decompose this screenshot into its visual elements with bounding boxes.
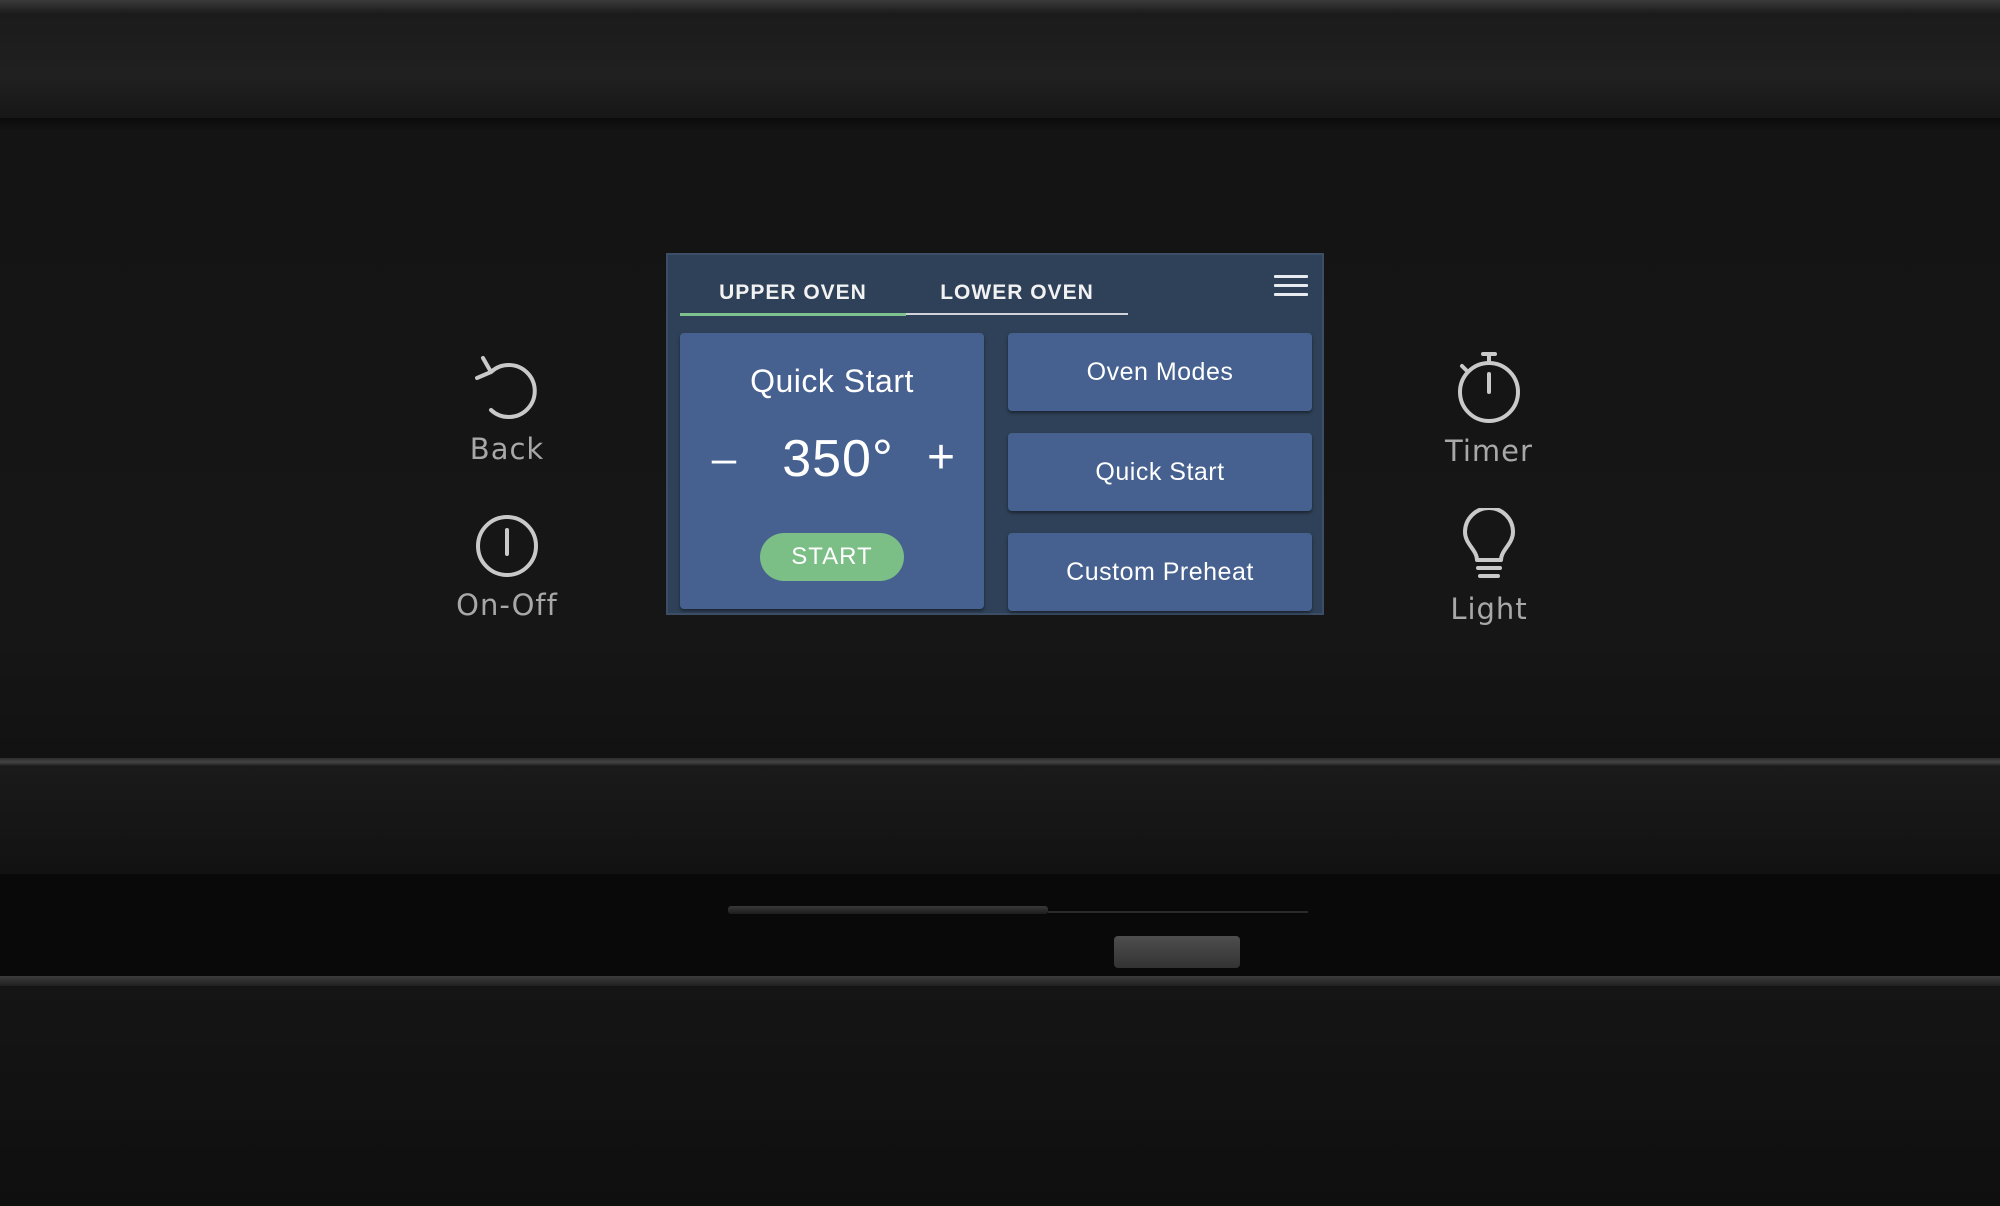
- hamburger-menu-icon[interactable]: [1274, 269, 1308, 301]
- brand-badge: [1114, 936, 1240, 968]
- light-label: Light: [1450, 592, 1528, 626]
- temperature-display: 350°: [782, 430, 894, 488]
- quick-start-card: Quick Start – 350° + START: [680, 333, 984, 609]
- decrease-temp-button[interactable]: –: [702, 433, 746, 485]
- stopwatch-icon: [1458, 352, 1520, 423]
- panel-edge: [0, 758, 2000, 766]
- quick-start-title: Quick Start: [750, 363, 914, 399]
- timer-button[interactable]: Timer: [1414, 350, 1564, 468]
- tab-upper-oven[interactable]: UPPER OVEN: [680, 273, 906, 316]
- back-button[interactable]: Back: [432, 350, 582, 466]
- on-off-label: On-Off: [456, 588, 558, 622]
- quick-start-button[interactable]: Quick Start: [1008, 433, 1312, 511]
- start-button[interactable]: START: [760, 533, 904, 581]
- increase-temp-button[interactable]: +: [916, 431, 966, 485]
- oven-modes-button[interactable]: Oven Modes: [1008, 333, 1312, 411]
- tab-lower-oven[interactable]: LOWER OVEN: [906, 273, 1128, 315]
- top-trim-gap: [0, 118, 2000, 130]
- door-handle-reflection: [1048, 911, 1308, 913]
- top-trim: [0, 14, 2000, 118]
- timer-label: Timer: [1445, 434, 1533, 468]
- back-label: Back: [469, 432, 545, 466]
- oven-door: [0, 986, 2000, 1206]
- custom-preheat-button[interactable]: Custom Preheat: [1008, 533, 1312, 611]
- door-edge: [0, 976, 2000, 986]
- quick-start-label: Quick Start: [1095, 458, 1225, 486]
- top-bevel: [0, 0, 2000, 14]
- touch-screen: UPPER OVEN LOWER OVEN Quick Start – 350°…: [666, 253, 1324, 615]
- on-off-button[interactable]: On-Off: [432, 510, 582, 622]
- vent-strip: [0, 766, 2000, 874]
- lightbulb-icon: [1463, 508, 1515, 578]
- custom-preheat-label: Custom Preheat: [1066, 558, 1254, 586]
- back-arrow-icon: [475, 356, 537, 419]
- oven-modes-label: Oven Modes: [1086, 358, 1234, 386]
- power-icon: [476, 515, 538, 577]
- door-top: [0, 874, 2000, 976]
- light-button[interactable]: Light: [1414, 508, 1564, 626]
- door-handle[interactable]: [728, 906, 1048, 914]
